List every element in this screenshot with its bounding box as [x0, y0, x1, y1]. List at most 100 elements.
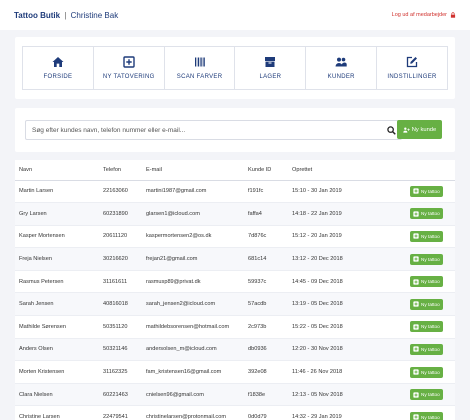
customer-created: 12:13 - 05 Nov 2018: [292, 383, 410, 407]
new-tattoo-button[interactable]: Ny tattoo: [410, 411, 443, 420]
table-row[interactable]: Kasper Mortensen 20611120 kaspermortensen2…: [15, 225, 455, 249]
customer-phone: 50351120: [103, 315, 146, 339]
table-row[interactable]: Freja Nielsen 30216620 frejan21@gmail.com 6…: [15, 247, 455, 271]
customer-table-card: Navn Telefon E-mail Kunde ID Oprettet Ma…: [15, 160, 455, 420]
nav-indstillinger[interactable]: INDSTILLINGER: [376, 46, 448, 90]
table-row[interactable]: Rasmus Petersen 31161611 rasmusp89@privat.…: [15, 270, 455, 294]
customer-email: cnielsen96@gmail.com: [146, 383, 248, 407]
customer-name: Rasmus Petersen: [15, 270, 103, 294]
customer-phone: 60231890: [103, 202, 146, 226]
plus-square-icon: [123, 56, 135, 68]
action-cell: Ny tattoo: [410, 360, 455, 384]
brand: Tattoo Butik | Christine Bak: [14, 11, 118, 20]
plus-square-icon: [413, 211, 419, 217]
new-tattoo-button[interactable]: Ny tattoo: [410, 298, 443, 310]
column-header-action: [410, 160, 455, 181]
customer-id: f1838e: [248, 383, 292, 407]
nav-label: SCAN FARVER: [176, 74, 223, 80]
customer-created: 15:10 - 30 Jan 2019: [292, 180, 410, 204]
customer-id: faffa4: [248, 202, 292, 226]
customer-created: 13:12 - 20 Dec 2018: [292, 247, 410, 271]
action-cell: Ny tattoo: [410, 270, 455, 294]
customer-email: andersolsen_m@icloud.com: [146, 338, 248, 362]
action-cell: Ny tattoo: [410, 292, 455, 317]
add-user-icon: [403, 127, 410, 133]
logout-label: Log ud af medarbejder: [391, 12, 447, 18]
customer-id: 59937c: [248, 270, 292, 294]
new-tattoo-button[interactable]: Ny tattoo: [410, 343, 443, 355]
customer-name: Mathilde Sørensen: [15, 315, 103, 339]
new-tattoo-label: Ny tattoo: [421, 324, 440, 330]
new-tattoo-label: Ny tattoo: [421, 301, 440, 307]
new-tattoo-button[interactable]: Ny tattoo: [410, 366, 443, 378]
action-cell: Ny tattoo: [410, 247, 455, 271]
column-header-id: Kunde ID: [248, 160, 292, 181]
customer-email: glarsen1@icloud.com: [146, 202, 248, 226]
customer-id: 392e08: [248, 360, 292, 384]
top-bar: Tattoo Butik | Christine Bak Log ud af m…: [0, 0, 470, 30]
nav-label: INDSTILLINGER: [387, 74, 437, 80]
column-header-phone: Telefon: [103, 160, 146, 181]
nav-label: KUNDER: [327, 74, 355, 80]
table-row[interactable]: Mathilde Sørensen 50351120 mathildebsorens…: [15, 315, 455, 339]
customer-created: 11:46 - 26 Nov 2018: [292, 360, 410, 384]
nav-kunder[interactable]: KUNDER: [305, 46, 378, 90]
new-tattoo-label: Ny tattoo: [421, 279, 440, 285]
plus-square-icon: [413, 346, 419, 353]
table-row[interactable]: Christine Larsen 22479541 christinelarsen@…: [15, 405, 455, 420]
customer-phone: 30216620: [103, 247, 146, 271]
table-row[interactable]: Gry Larsen 60231890 glarsen1@icloud.com faf…: [15, 202, 455, 226]
customer-phone: 50321146: [103, 338, 146, 362]
edit-icon: [406, 56, 418, 68]
search-input[interactable]: [32, 124, 372, 137]
customer-name: Martin Larsen: [15, 180, 103, 204]
shop-name: Tattoo Butik: [14, 10, 61, 20]
plus-square-icon: [413, 233, 419, 240]
logout-link[interactable]: Log ud af medarbejder: [392, 12, 456, 18]
customer-created: 14:45 - 09 Dec 2018: [292, 270, 410, 294]
nav-forside[interactable]: FORSIDE: [22, 46, 94, 90]
table-row[interactable]: Clara Nielsen 60221463 cnielsen96@gmail.co…: [15, 383, 455, 407]
new-tattoo-button[interactable]: Ny tattoo: [410, 276, 443, 288]
plus-square-icon: [413, 301, 419, 307]
new-tattoo-label: Ny tattoo: [421, 414, 440, 420]
boxes-icon: [265, 57, 276, 67]
column-header-email: E-mail: [146, 160, 248, 181]
nav-scan-farver[interactable]: SCAN FARVER: [163, 46, 236, 90]
customer-email: martini1987@gmail.com: [146, 180, 248, 204]
new-tattoo-button[interactable]: Ny tattoo: [410, 230, 443, 242]
customer-name: Gry Larsen: [15, 202, 103, 226]
plus-square-icon: [413, 279, 419, 285]
plus-square-icon: [413, 392, 419, 398]
plus-square-icon: [413, 256, 419, 262]
new-tattoo-button[interactable]: Ny tattoo: [410, 208, 443, 220]
nav-ny-tatovering[interactable]: NY TATOVERING: [92, 46, 165, 90]
table-row[interactable]: Anders Olsen 50321146 andersolsen_m@icloud…: [15, 338, 455, 362]
plus-square-icon: [413, 188, 419, 194]
customer-email: mathildebsorensen@hotmail.com: [146, 315, 248, 339]
table-row[interactable]: Martin Larsen 22163060 martini1987@gmail.c…: [15, 180, 455, 204]
barcode-icon: [194, 57, 205, 67]
table-row[interactable]: Morten Kristensen 31162325 fam_kristensen1…: [15, 360, 455, 384]
customer-id: 2c973b: [248, 315, 292, 339]
new-tattoo-button[interactable]: Ny tattoo: [410, 185, 443, 197]
new-tattoo-button[interactable]: Ny tattoo: [410, 253, 443, 265]
new-tattoo-label: Ny tattoo: [421, 211, 440, 217]
plus-square-icon: [413, 414, 419, 420]
plus-square-icon: [413, 324, 419, 330]
plus-square-icon: [413, 369, 419, 375]
employee-name: Christine Bak: [70, 10, 119, 20]
action-cell: Ny tattoo: [410, 383, 455, 407]
nav-label: FORSIDE: [43, 74, 73, 80]
customer-id: 57acdb: [248, 292, 292, 317]
customer-phone: 22163060: [103, 180, 146, 204]
add-customer-button[interactable]: Ny kunde: [397, 120, 442, 139]
new-tattoo-button[interactable]: Ny tattoo: [410, 389, 443, 401]
search-icon[interactable]: [387, 126, 396, 135]
new-tattoo-button[interactable]: Ny tattoo: [410, 321, 443, 333]
new-tattoo-label: Ny tattoo: [421, 233, 440, 239]
customer-phone: 31161611: [103, 270, 146, 294]
nav-lager[interactable]: LAGER: [234, 46, 307, 90]
customer-created: 12:20 - 30 Nov 2018: [292, 338, 410, 362]
table-row[interactable]: Sarah Jensen 40816018 sarah_jensen2@icloud…: [15, 292, 455, 317]
